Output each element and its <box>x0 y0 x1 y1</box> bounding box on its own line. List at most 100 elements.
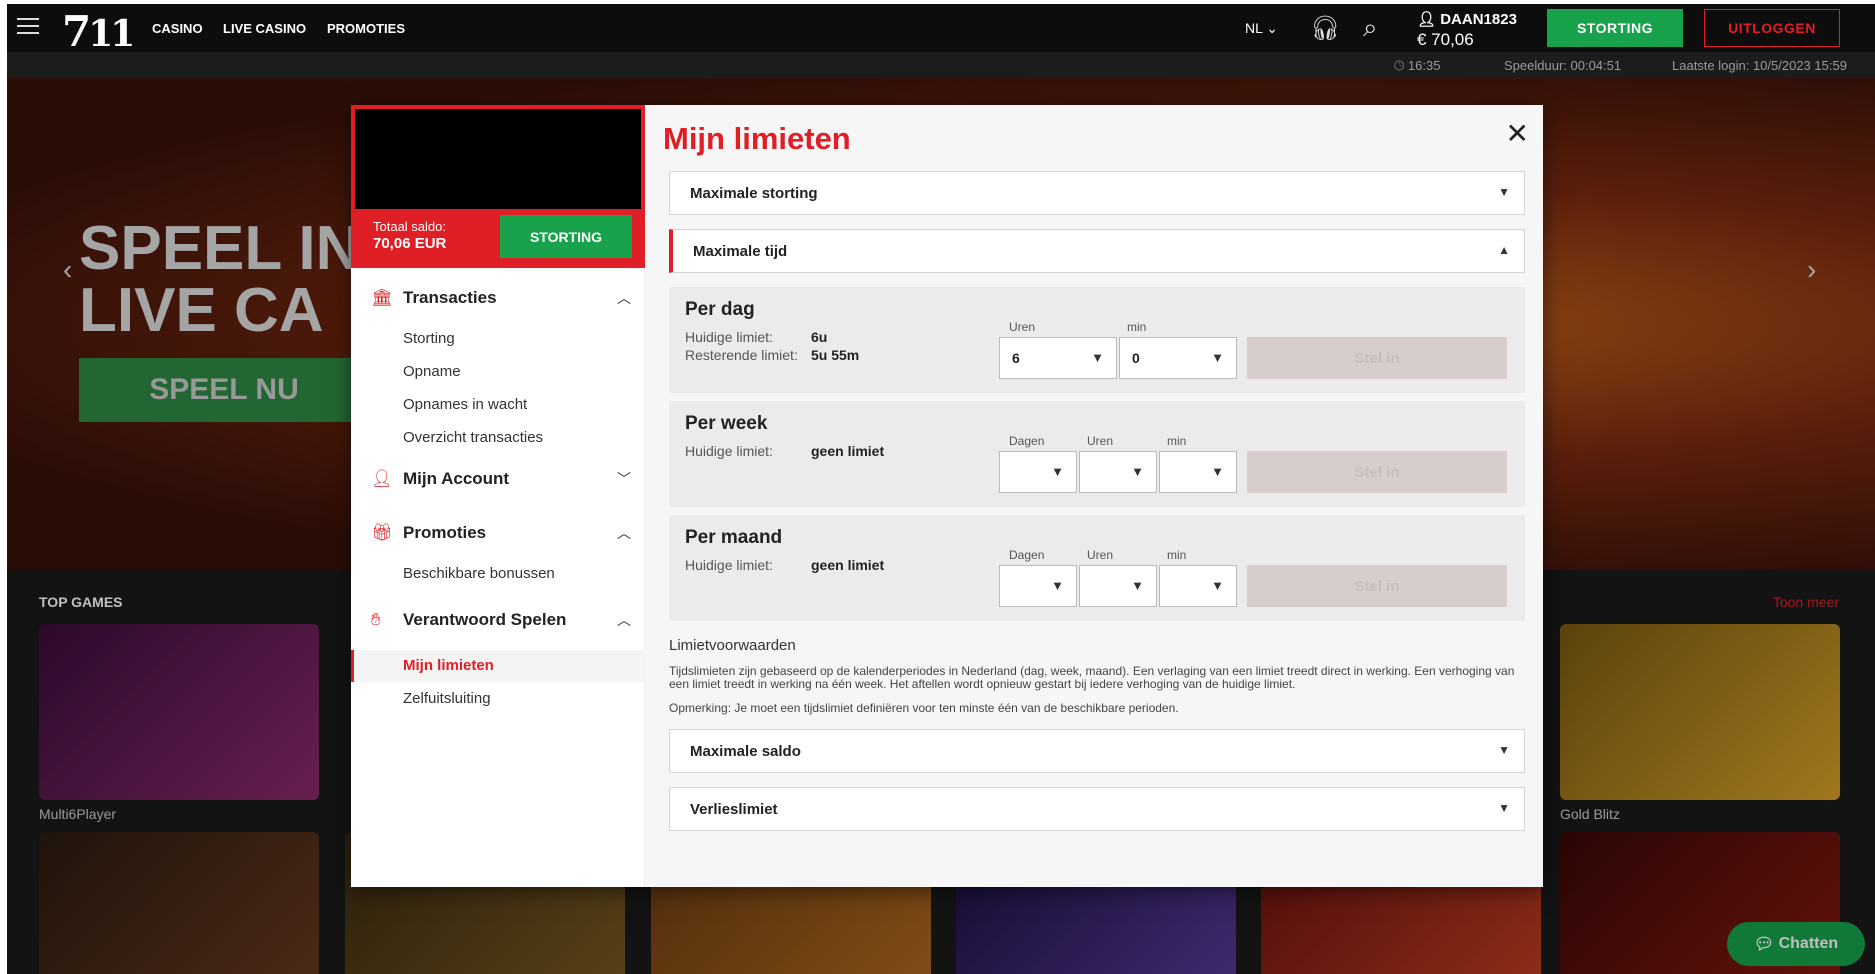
balance-panel: Totaal saldo: 70,06 EUR STORTING <box>351 105 645 268</box>
banner-placeholder <box>355 109 641 209</box>
clock: 🕒︎ 16:35 <box>1394 58 1441 73</box>
sidebar-item-beschikbare-bonussen[interactable]: Beschikbare bonussen <box>403 565 555 582</box>
days-select[interactable]: ▼ <box>999 451 1077 493</box>
sidebar-section-verantwoord-spelen[interactable]: ✋︎ Verantwoord Spelen ︿ <box>371 605 631 635</box>
field-label: Uren <box>1087 434 1114 448</box>
chevron-up-icon: ︿ <box>617 290 631 306</box>
chevron-down-icon: ▼ <box>1498 743 1510 757</box>
active-item-highlight <box>351 650 645 682</box>
conditions-title: Limietvoorwaarden <box>669 637 796 654</box>
chevron-down-icon: ▼ <box>1051 578 1064 593</box>
status-bar: 🕒︎ 16:35 Speelduur: 00:04:51 Laatste log… <box>7 52 1875 78</box>
account-modal: Totaal saldo: 70,06 EUR STORTING 🏛︎ Tran… <box>351 105 1543 887</box>
current-limit-label: Huidige limiet: <box>685 557 773 573</box>
last-login: Laatste login: 10/5/2023 15:59 <box>1672 58 1847 73</box>
minutes-select[interactable]: ▼ <box>1159 451 1237 493</box>
period-day: Per dag Huidige limiet: 6u Resterende li… <box>669 287 1525 393</box>
set-limit-button[interactable]: Stel in <box>1247 451 1507 493</box>
minutes-select[interactable]: ▼ <box>1159 565 1237 607</box>
days-select[interactable]: ▼ <box>999 565 1077 607</box>
field-label: min <box>1167 434 1187 448</box>
headset-icon[interactable]: 🎧︎ <box>1310 14 1340 43</box>
accordion-loss-limit[interactable]: Verlieslimiet ▼ <box>669 787 1525 831</box>
remaining-limit-value: 5u 55m <box>811 347 860 363</box>
period-title: Per dag <box>685 299 755 320</box>
chevron-up-icon: ▲ <box>1498 243 1510 257</box>
account-sidebar: Totaal saldo: 70,06 EUR STORTING 🏛︎ Tran… <box>351 105 645 887</box>
saldo-label: Totaal saldo: <box>373 219 446 234</box>
remaining-limit-label: Resterende limiet: <box>685 347 798 363</box>
chevron-down-icon: ▼ <box>1211 578 1224 593</box>
chevron-down-icon: ▼ <box>1211 350 1224 365</box>
username: DAAN1823 <box>1440 11 1517 28</box>
field-label: min <box>1167 548 1187 562</box>
chevron-down-icon: ▼ <box>1211 464 1224 479</box>
bank-icon: 🏛︎ <box>371 288 393 307</box>
header-balance: € 70,06 <box>1417 30 1474 49</box>
field-label: Uren <box>1087 548 1114 562</box>
sidebar-section-transacties[interactable]: 🏛︎ Transacties ︿ <box>371 283 631 313</box>
chevron-down-icon: ▼ <box>1131 578 1144 593</box>
period-title: Per week <box>685 413 768 434</box>
nav-promoties[interactable]: PROMOTIES <box>327 21 405 36</box>
field-label: Dagen <box>1009 548 1045 562</box>
accordion-max-time[interactable]: Maximale tijd ▲ <box>669 229 1525 273</box>
search-icon[interactable]: ⌕ <box>1363 12 1378 44</box>
gift-icon: 🎁︎ <box>371 523 393 542</box>
period-title: Per maand <box>685 527 783 548</box>
sidebar-item-opnames-in-wacht[interactable]: Opnames in wacht <box>403 396 527 413</box>
field-label: Dagen <box>1009 434 1045 448</box>
playtime: Speelduur: 00:04:51 <box>1504 58 1622 73</box>
chevron-down-icon: ▼ <box>1131 464 1144 479</box>
logo[interactable]: 711 <box>62 7 135 56</box>
hours-select[interactable]: ▼ <box>1079 451 1157 493</box>
accordion-max-deposit[interactable]: Maximale storting ▼ <box>669 171 1525 215</box>
chevron-up-icon: ︿ <box>617 612 631 628</box>
sidebar-item-mijn-limieten[interactable]: Mijn limieten <box>403 657 494 674</box>
period-month: Per maand Huidige limiet: geen limiet Da… <box>669 515 1525 621</box>
user-info[interactable]: 👤︎ DAAN1823 € 70,06 <box>1417 10 1517 50</box>
chevron-up-icon: ︿ <box>617 525 631 541</box>
sidebar-item-overzicht-transacties[interactable]: Overzicht transacties <box>403 429 543 446</box>
sidebar-section-mijn-account[interactable]: 👤︎ Mijn Account ﹀ <box>371 464 631 494</box>
minutes-select[interactable]: 0 ▼ <box>1119 337 1237 379</box>
chevron-down-icon: ▼ <box>1498 185 1510 199</box>
hand-icon: ✋︎ <box>371 610 381 629</box>
set-limit-button[interactable]: Stel in <box>1247 565 1507 607</box>
limits-panel: Mijn limieten ✕ Maximale storting ▼ Maxi… <box>645 105 1543 887</box>
conditions-note: Opmerking: Je moet een tijdslimiet defin… <box>669 701 1179 715</box>
field-label: Uren <box>1009 320 1036 334</box>
current-limit-value: geen limiet <box>811 443 885 459</box>
menu-icon[interactable] <box>17 18 39 39</box>
user-icon: 👤︎ <box>371 469 393 488</box>
current-limit-label: Huidige limiet: <box>685 329 773 345</box>
current-limit-value: geen limiet <box>811 557 885 573</box>
user-icon: 👤︎ <box>1417 11 1437 28</box>
header-deposit-button[interactable]: STORTING <box>1547 9 1683 47</box>
sidebar-item-zelfuitsluiting[interactable]: Zelfuitsluiting <box>403 690 491 707</box>
hours-select[interactable]: ▼ <box>1079 565 1157 607</box>
top-bar: 711 CASINO LIVE CASINO PROMOTIES NL ⌄ 🎧︎… <box>7 4 1875 56</box>
language-select[interactable]: NL ⌄ <box>1245 20 1278 37</box>
page-title: Mijn limieten <box>663 121 851 156</box>
current-limit-label: Huidige limiet: <box>685 443 773 459</box>
nav-live-casino[interactable]: LIVE CASINO <box>223 21 306 36</box>
nav-casino[interactable]: CASINO <box>152 21 203 36</box>
accordion-max-balance[interactable]: Maximale saldo ▼ <box>669 729 1525 773</box>
hours-select[interactable]: 6 ▼ <box>999 337 1117 379</box>
current-limit-value: 6u <box>811 329 828 345</box>
sidebar-item-opname[interactable]: Opname <box>403 363 461 380</box>
sidebar-deposit-button[interactable]: STORTING <box>500 215 632 258</box>
set-limit-button[interactable]: Stel in <box>1247 337 1507 379</box>
close-icon[interactable]: ✕ <box>1506 117 1529 150</box>
chevron-down-icon: ﹀ <box>617 471 631 487</box>
saldo-value: 70,06 EUR <box>373 235 447 252</box>
field-label: min <box>1127 320 1147 334</box>
logout-button[interactable]: UITLOGGEN <box>1704 9 1840 47</box>
sidebar-item-storting[interactable]: Storting <box>403 330 455 347</box>
sidebar-section-promoties[interactable]: 🎁︎ Promoties ︿ <box>371 518 631 548</box>
chevron-down-icon: ▼ <box>1051 464 1064 479</box>
chevron-down-icon: ▼ <box>1498 801 1510 815</box>
period-week: Per week Huidige limiet: geen limiet Dag… <box>669 401 1525 507</box>
conditions-text: Tijdslimieten zijn gebaseerd op de kalen… <box>669 664 1515 691</box>
